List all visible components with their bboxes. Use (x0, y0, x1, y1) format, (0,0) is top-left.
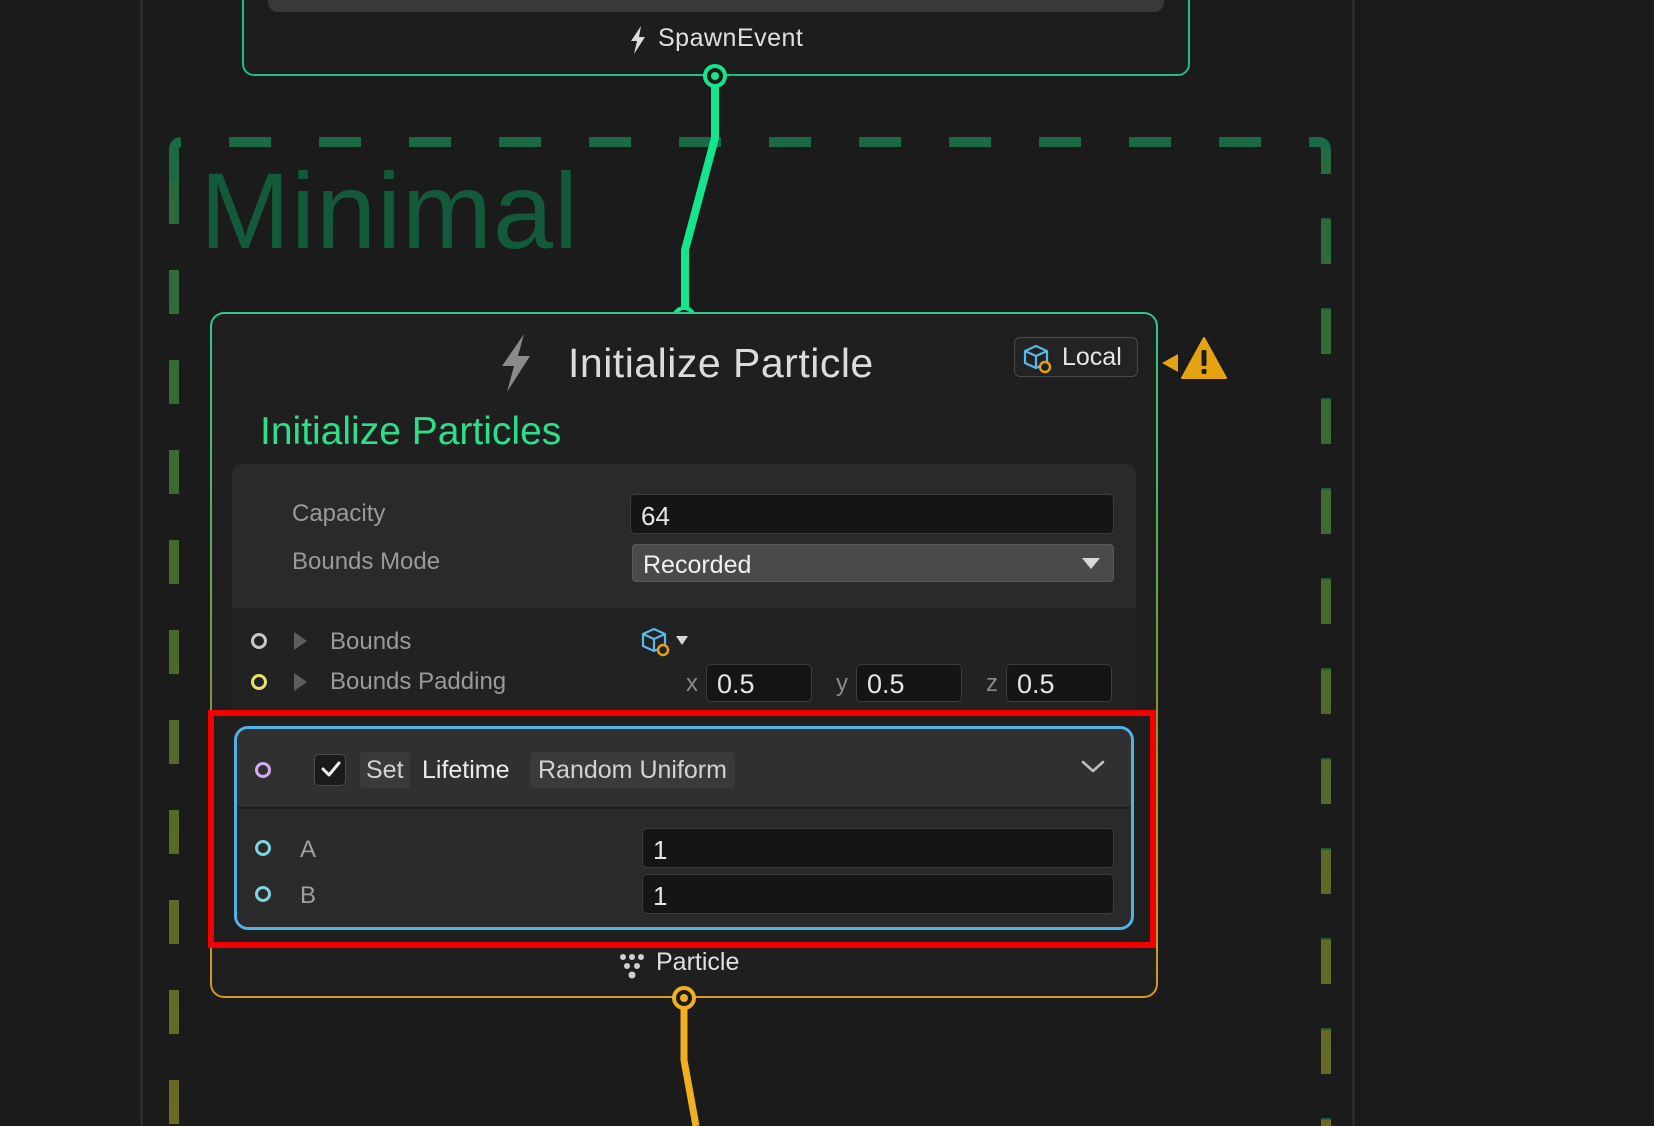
capacity-input[interactable]: 64 (630, 494, 1114, 534)
expand-triangle-icon[interactable] (294, 673, 307, 691)
bounds-label: Bounds (330, 628, 412, 655)
bounds-padding-label: Bounds Padding (330, 668, 507, 695)
bounds-padding-input-port[interactable] (251, 674, 267, 690)
y-axis-label: y (836, 670, 848, 697)
space-toggle-label: Local (1062, 343, 1122, 371)
cube-local-icon (1022, 343, 1054, 380)
context-title: Initialize Particles (260, 410, 562, 453)
cube-local-icon[interactable] (640, 626, 672, 663)
group-title[interactable]: Minimal (200, 148, 579, 273)
particle-output-edge[interactable] (680, 1006, 700, 1126)
settings-panel (232, 464, 1136, 608)
x-axis-label: x (686, 670, 698, 697)
particle-output-label: Particle (656, 948, 740, 976)
padding-z-input[interactable]: 0.5 (1006, 664, 1112, 702)
node-title: Initialize Particle (568, 340, 874, 386)
bounds-mode-label: Bounds Mode (292, 548, 441, 575)
padding-x-input[interactable]: 0.5 (706, 664, 812, 702)
chevron-down-icon[interactable] (676, 636, 688, 645)
capacity-label: Capacity (292, 500, 386, 527)
warning-pointer-icon (1162, 354, 1178, 372)
bounds-mode-dropdown[interactable]: Recorded (632, 544, 1114, 582)
highlight-box (208, 710, 1156, 948)
warning-triangle-icon[interactable] (1180, 336, 1228, 385)
bolt-icon (496, 334, 536, 397)
input-ports-panel (232, 608, 1136, 714)
z-axis-label: z (986, 670, 998, 697)
chevron-down-icon (1082, 558, 1100, 569)
particle-icon (618, 952, 646, 985)
spawn-to-init-edge[interactable] (681, 78, 719, 318)
particle-output-port[interactable] (670, 984, 700, 1014)
expand-triangle-icon[interactable] (294, 632, 307, 650)
bounds-input-port[interactable] (251, 633, 267, 649)
padding-y-input[interactable]: 0.5 (856, 664, 962, 702)
